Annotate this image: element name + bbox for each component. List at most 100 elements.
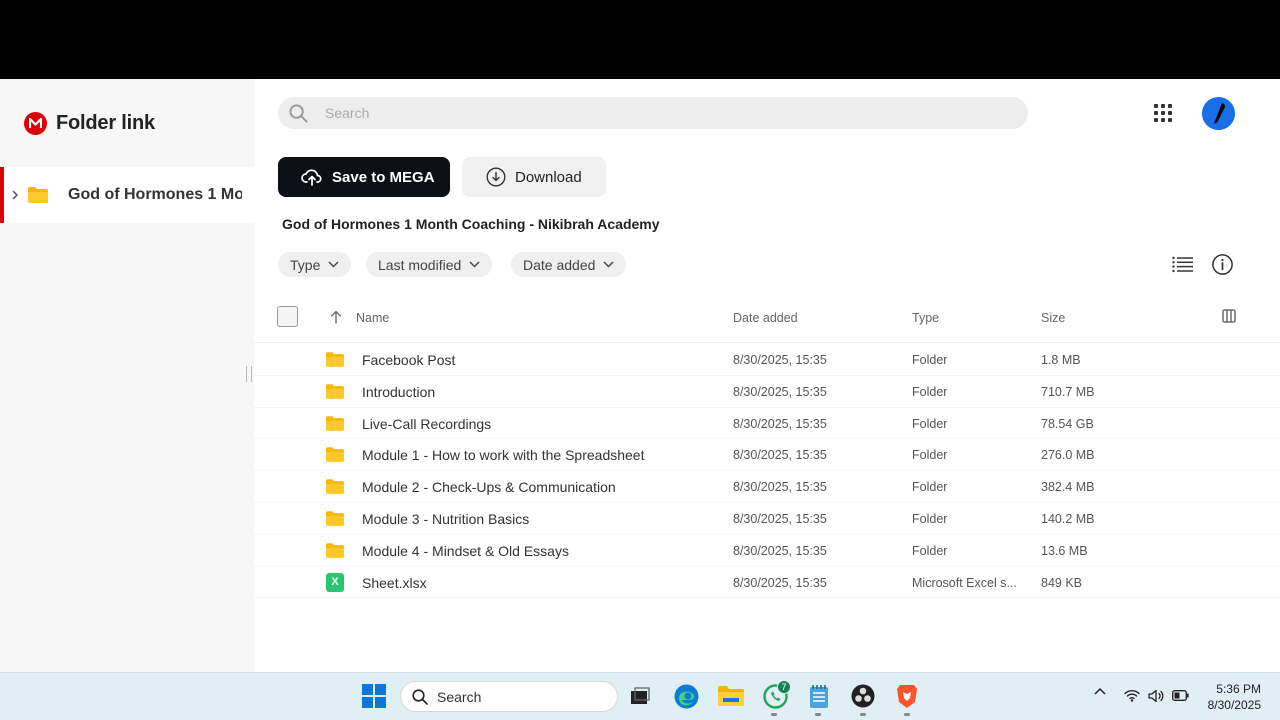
folder-icon	[326, 543, 344, 558]
file-date-added: 8/30/2025, 15:35	[733, 384, 827, 399]
cloud-upload-icon	[301, 168, 323, 186]
file-name[interactable]: Module 1 - How to work with the Spreadsh…	[362, 447, 644, 463]
file-date-added: 8/30/2025, 15:35	[733, 480, 827, 495]
column-header-date-added[interactable]: Date added	[733, 311, 798, 325]
mega-logo-icon	[24, 112, 47, 135]
file-date-added: 8/30/2025, 15:35	[733, 353, 827, 367]
file-list: Facebook Post 8/30/2025, 15:35 Folder 1.…	[254, 344, 1280, 599]
file-size: 849 KB	[1041, 575, 1083, 590]
save-to-mega-button[interactable]: Save to MEGA	[278, 157, 450, 197]
table-row[interactable]: Module 3 - Nutrition Basics 8/30/2025, 1…	[254, 503, 1280, 535]
table-row[interactable]: X Sheet.xlsx 8/30/2025, 15:35 Microsoft …	[254, 567, 1280, 599]
edge-browser-icon[interactable]	[673, 683, 699, 709]
folder-icon	[326, 384, 344, 399]
folder-icon	[326, 511, 344, 526]
sidebar-tree-item-root-folder[interactable]: God of Hormones 1 Month Coaching - Nikib…	[0, 167, 254, 223]
column-header-type[interactable]: Type	[912, 311, 939, 325]
file-explorer-icon[interactable]	[718, 683, 744, 709]
column-header-size[interactable]: Size	[1041, 311, 1065, 325]
whatsapp-icon[interactable]: 7	[762, 680, 791, 709]
volume-icon[interactable]	[1148, 689, 1165, 703]
sidebar-resize-handle[interactable]	[246, 366, 252, 382]
file-type: Folder	[912, 384, 948, 399]
windows-start-icon[interactable]	[361, 683, 387, 709]
chevron-down-icon	[469, 261, 480, 268]
notification-badge: 7	[777, 680, 791, 694]
battery-icon[interactable]	[1172, 690, 1189, 701]
filter-date-added-label: Date added	[523, 256, 596, 273]
file-size: 276.0 MB	[1041, 448, 1095, 463]
file-name[interactable]: Module 4 - Mindset & Old Essays	[362, 543, 569, 559]
taskbar: Search 7 5:36 PM 8/30/2025	[0, 672, 1280, 720]
apps-grid-icon[interactable]	[1152, 102, 1174, 124]
file-name[interactable]: Facebook Post	[362, 352, 455, 368]
folder-icon	[326, 352, 344, 367]
list-view-icon[interactable]	[1172, 256, 1193, 273]
file-type: Folder	[912, 353, 948, 367]
clock-time: 5:36 PM	[1216, 682, 1261, 696]
folder-icon	[326, 447, 344, 463]
page-title: God of Hormones 1 Month Coaching - Nikib…	[282, 216, 660, 232]
taskbar-search-label: Search	[437, 688, 482, 705]
filter-type[interactable]: Type	[278, 252, 352, 277]
columns-settings-icon[interactable]	[1222, 309, 1236, 323]
search-input[interactable]	[325, 105, 1005, 121]
system-clock[interactable]: 5:36 PM 8/30/2025	[1208, 681, 1261, 713]
chevron-right-icon[interactable]	[11, 190, 21, 200]
sidebar: Folder link God of Hormones 1 Month Coac…	[0, 79, 254, 672]
sort-ascending-icon[interactable]	[330, 310, 342, 324]
file-name[interactable]: Module 2 - Check-Ups & Communication	[362, 479, 616, 495]
table-row[interactable]: Introduction 8/30/2025, 15:35 Folder 710…	[254, 376, 1280, 408]
wifi-icon[interactable]	[1124, 689, 1140, 702]
taskbar-search[interactable]: Search	[400, 681, 618, 712]
table-row[interactable]: Module 4 - Mindset & Old Essays 8/30/202…	[254, 535, 1280, 567]
sidebar-tree-item-label: God of Hormones 1 Month Coaching - Nikib…	[68, 186, 242, 203]
file-name[interactable]: Live-Call Recordings	[362, 416, 491, 432]
excel-icon: X	[326, 572, 344, 592]
notepad-icon[interactable]	[806, 683, 832, 709]
brave-browser-icon[interactable]	[894, 683, 920, 709]
file-size: 382.4 MB	[1041, 480, 1095, 495]
filter-date-added[interactable]: Date added	[511, 252, 627, 277]
obs-studio-icon[interactable]	[850, 683, 876, 709]
search-icon	[288, 103, 308, 123]
file-type: Folder	[912, 448, 948, 463]
file-date-added: 8/30/2025, 15:35	[733, 448, 827, 463]
avatar[interactable]	[1202, 97, 1235, 130]
clock-date: 8/30/2025	[1207, 698, 1261, 712]
file-size: 13.6 MB	[1041, 543, 1088, 558]
download-button[interactable]: Download	[462, 157, 606, 197]
screen-top-bar	[0, 0, 1280, 79]
column-header-name[interactable]: Name	[356, 311, 389, 325]
file-date-added: 8/30/2025, 15:35	[733, 511, 827, 526]
filter-type-label: Type	[290, 256, 321, 273]
running-indicator	[904, 713, 910, 716]
file-size: 78.54 GB	[1041, 416, 1094, 431]
file-size: 710.7 MB	[1041, 384, 1095, 399]
table-row[interactable]: Facebook Post 8/30/2025, 15:35 Folder 1.…	[254, 344, 1280, 376]
folder-icon	[28, 187, 48, 203]
show-hidden-icons-chevron-icon[interactable]	[1094, 687, 1106, 695]
file-date-added: 8/30/2025, 15:35	[733, 543, 827, 558]
file-type: Folder	[912, 511, 948, 526]
file-name[interactable]: Introduction	[362, 384, 435, 400]
file-type: Folder	[912, 416, 948, 431]
search-bar[interactable]	[278, 97, 1028, 129]
table-row[interactable]: Module 1 - How to work with the Spreadsh…	[254, 439, 1280, 472]
file-name[interactable]: Sheet.xlsx	[362, 575, 427, 591]
filter-last-modified-label: Last modified	[378, 256, 462, 273]
running-indicator	[860, 713, 866, 716]
file-date-added: 8/30/2025, 15:35	[733, 416, 827, 431]
select-all-checkbox[interactable]	[277, 306, 298, 327]
brand-title: Folder link	[56, 112, 155, 134]
file-type: Microsoft Excel s...	[912, 575, 1017, 590]
info-icon[interactable]	[1212, 254, 1233, 275]
download-icon	[486, 167, 506, 187]
filter-last-modified[interactable]: Last modified	[366, 252, 493, 277]
table-row[interactable]: Live-Call Recordings 8/30/2025, 15:35 Fo…	[254, 408, 1280, 440]
save-button-label: Save to MEGA	[332, 168, 435, 186]
search-icon	[412, 688, 428, 705]
task-view-icon[interactable]	[627, 683, 653, 709]
table-row[interactable]: Module 2 - Check-Ups & Communication 8/3…	[254, 471, 1280, 503]
file-name[interactable]: Module 3 - Nutrition Basics	[362, 511, 529, 527]
